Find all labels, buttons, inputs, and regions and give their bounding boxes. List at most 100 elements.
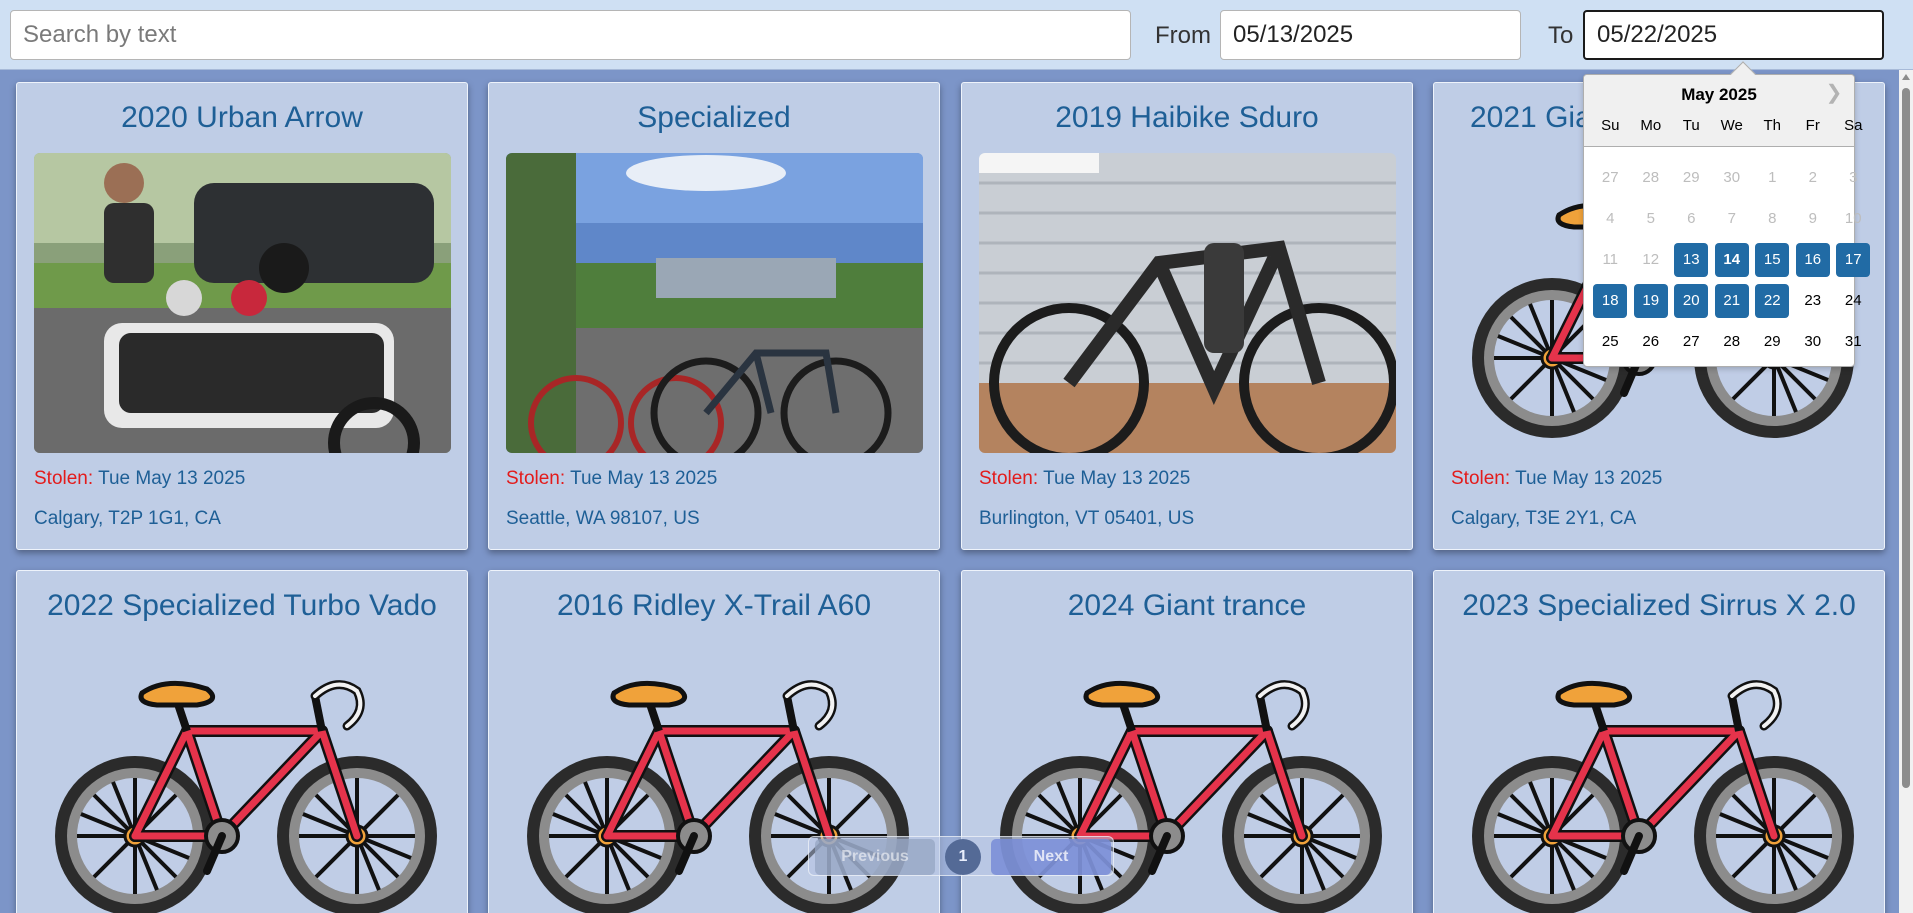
datepicker-month: May 2025 (1681, 85, 1757, 104)
datepicker-day[interactable]: 5 (1634, 202, 1668, 236)
card-title[interactable]: 2024 Giant trance (962, 589, 1412, 623)
bike-card[interactable]: 2022 Specialized Turbo Vado (16, 570, 468, 913)
bike-photo (506, 153, 923, 453)
datepicker-day[interactable]: 7 (1715, 202, 1749, 236)
stolen-label: Stolen: (979, 468, 1039, 489)
datepicker-day[interactable]: 27 (1593, 161, 1627, 195)
datepicker-day-grid: 27 28 29 30 1 2 3 4 5 6 7 8 9 10 11 12 13 14 15 16 17 18 19 20 2… (1590, 157, 1874, 362)
scroll-up-icon[interactable] (1902, 74, 1910, 80)
to-date-input[interactable] (1583, 10, 1884, 60)
date-picker: May 2025 ❯ Su Mo Tu We Th Fr Sa 27 28 29 30 1 2 3 4 5 6… (1583, 61, 1871, 367)
datepicker-day-name: We (1720, 117, 1743, 134)
datepicker-day[interactable]: 20 (1674, 283, 1709, 318)
pagination: Previous 1 Next (808, 836, 1114, 876)
datepicker-header: May 2025 ❯ Su Mo Tu We Th Fr Sa (1584, 75, 1862, 147)
stolen-date: Tue May 13 2025 (570, 468, 718, 489)
stolen-info: Stolen: Tue May 13 2025 (1451, 468, 1662, 490)
card-title[interactable]: 2019 Haibike Sduro (962, 101, 1412, 135)
stolen-date: Tue May 13 2025 (1043, 468, 1191, 489)
bike-card[interactable]: 2023 Specialized Sirrus X 2.0 (1433, 570, 1885, 913)
card-title[interactable]: 2020 Urban Arrow (17, 101, 467, 135)
datepicker-day[interactable]: 30 (1715, 161, 1749, 195)
chevron-right-icon[interactable]: ❯ (1822, 81, 1846, 105)
datepicker-day[interactable]: 21 (1714, 283, 1749, 318)
datepicker-day[interactable]: 10 (1836, 202, 1870, 236)
datepicker-day-name: Su (1601, 117, 1620, 134)
bike-placeholder-icon (47, 671, 439, 913)
bike-placeholder-icon (1464, 671, 1856, 913)
card-title[interactable]: Specialized (489, 101, 939, 135)
datepicker-day[interactable]: 14 (1714, 242, 1749, 277)
datepicker-day[interactable]: 8 (1755, 202, 1789, 236)
datepicker-day[interactable]: 31 (1836, 325, 1870, 359)
filter-bar: From To (0, 0, 1913, 70)
datepicker-day[interactable]: 29 (1755, 325, 1789, 359)
datepicker-day[interactable]: 19 (1633, 283, 1668, 318)
datepicker-day-name: Fr (1805, 117, 1820, 134)
stolen-info: Stolen: Tue May 13 2025 (34, 468, 245, 490)
location: Seattle, WA 98107, US (506, 508, 700, 529)
bike-card[interactable]: Specialized Stolen: Tue May 13 2025 Seat… (488, 82, 940, 550)
stolen-info: Stolen: Tue May 13 2025 (506, 468, 717, 490)
bike-placeholder-icon (992, 671, 1384, 913)
datepicker-day[interactable]: 17 (1836, 242, 1871, 277)
datepicker-day[interactable]: 1 (1755, 161, 1789, 195)
card-title[interactable]: 2022 Specialized Turbo Vado (17, 589, 467, 623)
datepicker-day[interactable]: 2 (1796, 161, 1830, 195)
datepicker-week: 4 5 6 7 8 9 10 (1590, 198, 1874, 239)
datepicker-day[interactable]: 28 (1715, 325, 1749, 359)
scrollbar[interactable] (1899, 70, 1913, 913)
bike-placeholder-icon (519, 671, 911, 913)
datepicker-day-name: Tu (1682, 117, 1700, 134)
datepicker-day[interactable]: 26 (1634, 325, 1668, 359)
datepicker-day[interactable]: 27 (1674, 325, 1708, 359)
scroll-thumb[interactable] (1902, 88, 1910, 788)
bike-card[interactable]: 2019 Haibike Sduro Stolen: Tue May 13 20… (961, 82, 1413, 550)
datepicker-day[interactable]: 4 (1593, 202, 1627, 236)
datepicker-day[interactable]: 25 (1593, 325, 1627, 359)
from-date-input[interactable] (1220, 10, 1521, 60)
location: Calgary, T2P 1G1, CA (34, 508, 221, 529)
datepicker-day[interactable]: 29 (1674, 161, 1708, 195)
stolen-date: Tue May 13 2025 (1515, 468, 1663, 489)
location: Burlington, VT 05401, US (979, 508, 1195, 529)
datepicker-day[interactable]: 13 (1674, 242, 1709, 277)
datepicker-week: 27 28 29 30 1 2 3 (1590, 157, 1874, 198)
search-input[interactable] (10, 10, 1131, 60)
stolen-label: Stolen: (34, 468, 94, 489)
datepicker-day-name: Sa (1844, 117, 1863, 134)
previous-button[interactable]: Previous (815, 839, 935, 875)
datepicker-day[interactable]: 28 (1634, 161, 1668, 195)
to-label: To (1548, 22, 1574, 49)
stolen-info: Stolen: Tue May 13 2025 (979, 468, 1190, 490)
datepicker-day[interactable]: 9 (1796, 202, 1830, 236)
datepicker-day[interactable]: 12 (1634, 243, 1668, 277)
datepicker-day-name: Mo (1640, 117, 1662, 134)
page-number[interactable]: 1 (945, 839, 981, 875)
datepicker-week: 11 12 13 14 15 16 17 (1590, 239, 1874, 280)
card-title[interactable]: 2016 Ridley X-Trail A60 (489, 589, 939, 623)
bike-photo (979, 153, 1396, 453)
datepicker-week: 18 19 20 21 22 23 24 (1590, 280, 1874, 321)
card-title[interactable]: 2023 Specialized Sirrus X 2.0 (1434, 589, 1884, 623)
bike-photo (34, 153, 451, 453)
stolen-label: Stolen: (1451, 468, 1511, 489)
datepicker-day[interactable]: 3 (1836, 161, 1870, 195)
datepicker-day[interactable]: 15 (1755, 242, 1790, 277)
datepicker-day[interactable]: 23 (1796, 284, 1830, 318)
datepicker-day[interactable]: 30 (1796, 325, 1830, 359)
location: Calgary, T3E 2Y1, CA (1451, 508, 1637, 529)
datepicker-week: 25 26 27 28 29 30 31 (1590, 321, 1874, 362)
datepicker-day[interactable]: 16 (1795, 242, 1830, 277)
datepicker-day[interactable]: 11 (1593, 243, 1627, 277)
datepicker-day-names: Su Mo Tu We Th Fr Sa (1590, 117, 1874, 134)
from-label: From (1155, 22, 1211, 49)
datepicker-day[interactable]: 22 (1755, 283, 1790, 318)
stolen-date: Tue May 13 2025 (98, 468, 246, 489)
datepicker-day[interactable]: 6 (1674, 202, 1708, 236)
datepicker-day-name: Th (1763, 117, 1781, 134)
bike-card[interactable]: 2020 Urban Arrow Stolen: Tue May 13 2025… (16, 82, 468, 550)
datepicker-day[interactable]: 18 (1593, 283, 1628, 318)
next-button[interactable]: Next (991, 839, 1111, 875)
datepicker-day[interactable]: 24 (1836, 284, 1870, 318)
